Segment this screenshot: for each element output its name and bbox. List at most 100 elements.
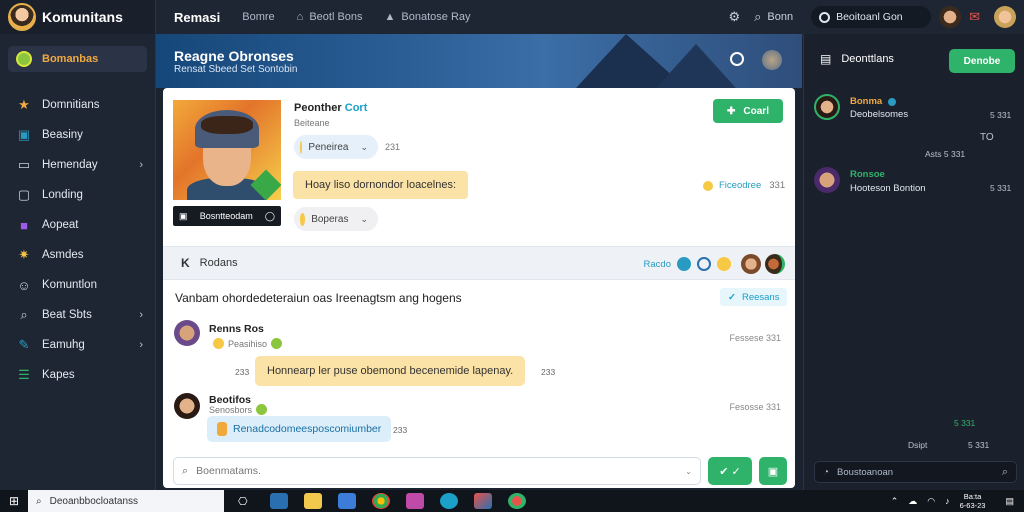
system-tray: ⌃ ☁ ◠ ♪ Ba:ta 6-63-23 ▤ bbox=[891, 490, 1024, 512]
emoji-icon bbox=[271, 338, 283, 349]
caption-text: Bosntteodam bbox=[199, 211, 253, 221]
comment-bubble: Honnearp ler puse obemond becenemide lap… bbox=[255, 356, 526, 386]
emoji-icon bbox=[300, 140, 303, 154]
settings-icon[interactable]: ⚙ bbox=[728, 9, 740, 25]
folder-icon[interactable] bbox=[303, 493, 322, 509]
network-icon[interactable]: ☁ bbox=[908, 496, 917, 507]
bubble-suffix: 233 bbox=[541, 367, 556, 377]
chat-author[interactable]: Bonma bbox=[850, 96, 897, 107]
volume-icon[interactable]: ♪ bbox=[945, 496, 950, 506]
sidebar-item-beat-sbts[interactable]: ⌕ Beat Sbts › bbox=[0, 300, 155, 330]
right-panel-search[interactable]: ◔ Boustoanoan ⌕ bbox=[814, 461, 1017, 483]
chat-time: 5 331 bbox=[954, 418, 976, 428]
notifications-icon[interactable]: ▤ bbox=[1005, 496, 1014, 507]
section-actions: Racdo bbox=[644, 247, 785, 281]
brand[interactable]: Komunitans bbox=[0, 0, 155, 34]
avatar[interactable] bbox=[762, 50, 782, 70]
avatar[interactable] bbox=[814, 167, 840, 193]
sidebar-item-label: Asmdes bbox=[42, 249, 84, 261]
nav-link-3[interactable]: ▲ Bonatose Ray bbox=[385, 11, 471, 23]
sidebar-item-domnitians[interactable]: ★ Domnitians bbox=[0, 90, 155, 120]
avatar[interactable] bbox=[741, 254, 761, 274]
wifi-icon[interactable]: ◠ bbox=[927, 496, 935, 507]
check-icon[interactable] bbox=[677, 257, 691, 271]
comment-author[interactable]: Renns Ros bbox=[209, 323, 264, 335]
chip-time: 231 bbox=[385, 142, 401, 152]
chat-author-name: Bonma bbox=[850, 96, 883, 107]
window-icon: ▢ bbox=[17, 187, 31, 202]
wrench-icon: ✎ bbox=[18, 337, 30, 352]
sidebar-item-hemenday[interactable]: ▭ Hemenday › bbox=[0, 150, 155, 180]
chat-message: Hooteson Bontion bbox=[850, 183, 926, 194]
taskbar-search-text: Deoanbbocloatanss bbox=[49, 495, 139, 507]
nav-link-2[interactable]: ⌂ Beotl Bons bbox=[297, 11, 363, 23]
chat-message: Deobelsomes bbox=[850, 109, 909, 120]
store-icon[interactable] bbox=[337, 493, 356, 509]
user-avatar[interactable] bbox=[994, 6, 1016, 28]
avatar[interactable] bbox=[939, 6, 962, 28]
nav-link-1[interactable]: Bomre bbox=[242, 11, 274, 23]
reaction-chip[interactable]: Boperas ⌄ bbox=[294, 207, 378, 231]
avatar[interactable] bbox=[814, 94, 840, 120]
send-button[interactable]: ✔ ✓ bbox=[708, 457, 752, 485]
avatar[interactable] bbox=[174, 320, 200, 346]
sidebar-item-komuntlon[interactable]: ☺ Komuntlon bbox=[0, 270, 155, 300]
avatar[interactable] bbox=[174, 393, 200, 419]
chat-author[interactable]: Ronsoe bbox=[850, 169, 885, 180]
message-bubble: Hoay liso dornondor loacelnes: bbox=[293, 171, 469, 199]
globe-icon[interactable] bbox=[697, 257, 711, 271]
windows-start-icon[interactable]: ⊞ bbox=[0, 490, 28, 512]
notification-icon[interactable]: ✉ bbox=[969, 9, 980, 25]
photos-icon[interactable] bbox=[405, 493, 424, 509]
message-input[interactable]: ⌕ Boenmatams. ⌄ bbox=[173, 457, 701, 485]
tag-icon: ✓ bbox=[728, 291, 736, 303]
sidebar-item-beasiny[interactable]: ▣ Beasiny bbox=[0, 120, 155, 150]
search-icon[interactable]: ⌕ bbox=[1002, 466, 1008, 479]
game-character-image[interactable] bbox=[173, 100, 281, 200]
calendar-icon: ▤ bbox=[820, 52, 832, 66]
reaction-chip[interactable]: Peneirea ⌄ bbox=[294, 135, 378, 159]
taskbar-app-icon[interactable] bbox=[269, 493, 288, 509]
chevron-down-icon[interactable]: ⌄ bbox=[685, 467, 692, 476]
sidebar-item-label: Beat Sbts bbox=[42, 309, 92, 321]
section-right-label[interactable]: Racdo bbox=[644, 259, 671, 270]
taskbar: ⊞ ⌕ Deoanbbocloatanss ⎔ ⌃ ☁ ◠ ♪ Ba:ta 6-… bbox=[0, 490, 1024, 512]
chat-time: 5 331 bbox=[990, 183, 1012, 193]
gear-star-icon: ✷ bbox=[18, 247, 30, 262]
status-label: Ficeodree bbox=[719, 180, 762, 191]
sidebar-item-londing[interactable]: ▢ Londing bbox=[0, 180, 155, 210]
skype-icon[interactable] bbox=[439, 493, 458, 509]
chrome-icon[interactable] bbox=[371, 493, 390, 509]
image-caption[interactable]: ▣ Bosntteodam ◯ bbox=[173, 206, 281, 226]
sidebar-item-eamuhg[interactable]: ✎ Eamuhg › bbox=[0, 330, 155, 360]
controller-icon: ✚ bbox=[727, 105, 736, 117]
search-icon[interactable]: ⌕ bbox=[754, 9, 761, 25]
task-view-icon[interactable]: ⎔ bbox=[238, 495, 248, 508]
topic-tag[interactable]: ✓ Reesans bbox=[720, 288, 788, 306]
search-label[interactable]: Bonn bbox=[767, 11, 793, 23]
top-bar: Remasi Bomre ⌂ Beotl Bons ▲ Bonatose Ray ⚙… bbox=[156, 0, 1024, 34]
sidebar-item-label: Eamuhg bbox=[42, 339, 85, 351]
back-button[interactable]: K bbox=[181, 256, 190, 270]
attach-button[interactable]: ▣ bbox=[759, 457, 787, 485]
search-icon: ⌕ bbox=[20, 307, 28, 322]
sidebar-item-active[interactable]: Bomanbas bbox=[8, 46, 147, 72]
sidebar-item-kapes[interactable]: ☰ Kapes bbox=[0, 360, 155, 390]
sidebar-item-asmdes[interactable]: ✷ Asmdes bbox=[0, 240, 155, 270]
taskbar-search[interactable]: ⌕ Deoanbbocloatanss bbox=[28, 490, 224, 512]
sidebar-item-aopeat[interactable]: ■ Aopeat bbox=[0, 210, 155, 240]
media-app-icon[interactable] bbox=[507, 493, 526, 509]
game-app-icon[interactable] bbox=[473, 493, 492, 509]
join-button[interactable]: ✚ Coarl bbox=[713, 99, 783, 123]
player-subtitle: Beiteane bbox=[294, 118, 330, 128]
avatar[interactable] bbox=[765, 254, 785, 274]
key-icon[interactable] bbox=[717, 257, 731, 271]
sidebar-item-label: Londing bbox=[42, 189, 83, 201]
status-selector[interactable]: Beoitoanl Gon bbox=[811, 6, 932, 28]
emoji-icon bbox=[213, 338, 224, 349]
right-panel-button[interactable]: Denobe bbox=[949, 49, 1015, 73]
system-clock[interactable]: Ba:ta 6-63-23 bbox=[960, 492, 996, 510]
comment-meta-text: Peasihiso bbox=[228, 338, 268, 349]
chevron-up-icon[interactable]: ⌃ bbox=[891, 496, 899, 507]
refresh-icon[interactable] bbox=[730, 52, 744, 66]
